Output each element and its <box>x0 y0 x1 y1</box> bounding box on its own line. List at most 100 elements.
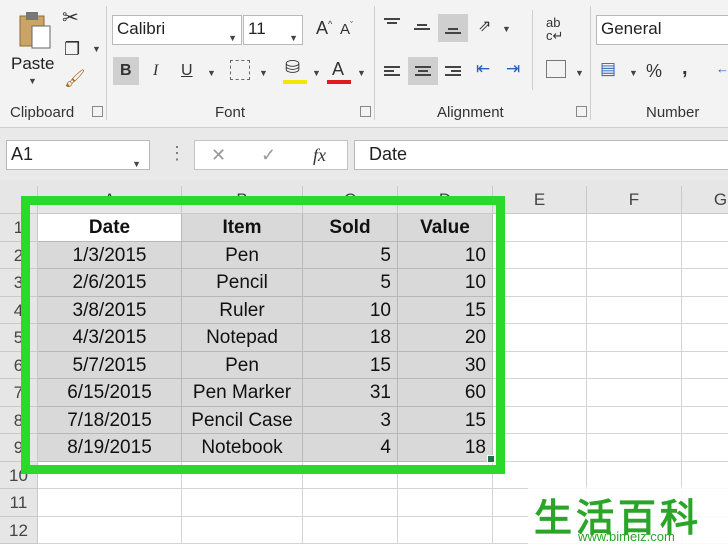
cell[interactable] <box>682 269 728 297</box>
decrease-indent-icon[interactable]: ⇤ <box>476 60 490 77</box>
cell[interactable] <box>493 241 587 269</box>
paste-icon <box>19 12 51 49</box>
font-launcher-icon[interactable] <box>360 106 371 117</box>
increase-decimal-icon[interactable]: ← <box>716 62 728 75</box>
cell[interactable] <box>587 434 682 462</box>
paste-button[interactable]: Paste ▼ <box>8 8 56 88</box>
cell[interactable] <box>587 406 682 434</box>
merge-center-icon[interactable] <box>546 60 566 78</box>
orientation-icon[interactable]: ⇗ <box>478 19 491 35</box>
copy-icon[interactable]: ❐ <box>64 40 80 58</box>
chevron-down-icon[interactable]: ▼ <box>92 44 101 54</box>
cell[interactable] <box>682 407 728 434</box>
alignment-launcher-icon[interactable] <box>576 106 587 117</box>
cell[interactable] <box>303 489 398 517</box>
cell[interactable] <box>587 324 682 352</box>
cell[interactable] <box>493 379 587 407</box>
cell[interactable] <box>587 241 682 269</box>
chevron-down-icon[interactable]: ▼ <box>629 68 638 78</box>
number-format-select[interactable]: General <box>596 15 728 45</box>
chevron-down-icon[interactable]: ▼ <box>502 24 511 34</box>
cell[interactable] <box>182 516 303 544</box>
cell[interactable] <box>493 351 587 379</box>
wrap-text-icon[interactable]: ab c↵ <box>546 16 563 42</box>
font-size-select[interactable]: 11 ▼ <box>243 15 303 45</box>
number-group-label: Number <box>646 104 700 121</box>
top-align-icon[interactable] <box>384 16 400 26</box>
cell[interactable] <box>398 516 493 544</box>
comma-button[interactable]: , <box>682 58 688 78</box>
cell[interactable] <box>398 489 493 517</box>
bold-button[interactable]: B <box>120 63 132 79</box>
enter-icon[interactable]: ✓ <box>261 146 276 164</box>
italic-button[interactable]: I <box>153 63 158 79</box>
chevron-down-icon[interactable]: ▼ <box>357 68 366 78</box>
cell[interactable] <box>682 379 728 407</box>
cell[interactable] <box>587 461 682 489</box>
more-options-icon[interactable]: ⋮ <box>168 144 186 162</box>
cell[interactable] <box>587 296 682 324</box>
cell[interactable] <box>682 214 728 242</box>
formula-input[interactable]: Date <box>354 140 728 170</box>
cut-icon[interactable]: ✂ <box>62 8 79 28</box>
cell[interactable] <box>303 516 398 544</box>
row-header-12[interactable]: 12 <box>0 516 38 544</box>
align-right-icon[interactable] <box>445 64 461 78</box>
font-color-icon[interactable]: A <box>332 60 344 78</box>
cell[interactable] <box>493 296 587 324</box>
chevron-down-icon[interactable]: ▼ <box>207 68 216 78</box>
percent-button[interactable]: % <box>646 62 662 80</box>
paste-label: Paste <box>11 54 55 73</box>
fill-color-icon[interactable]: ⛁ <box>285 58 300 76</box>
cell[interactable] <box>182 489 303 517</box>
format-painter-icon[interactable]: 🖌 <box>64 70 86 87</box>
font-name-select[interactable]: Calibri ▼ <box>112 15 242 45</box>
watermark-url: www.bimeiz.com <box>578 529 675 544</box>
underline-button[interactable]: U <box>181 63 193 79</box>
increase-indent-icon[interactable]: ⇥ <box>506 60 520 77</box>
cell[interactable] <box>587 379 682 407</box>
cell[interactable] <box>38 489 182 517</box>
cell[interactable] <box>682 324 728 352</box>
cell[interactable] <box>493 406 587 434</box>
fill-color-bar <box>283 80 307 84</box>
cell[interactable] <box>493 434 587 462</box>
chevron-down-icon: ▼ <box>289 33 298 43</box>
ribbon: Paste ▼ ✂ ❐ ▼ 🖌 Clipboard Calibri ▼ 11 ▼… <box>0 0 728 128</box>
borders-icon[interactable] <box>230 60 250 80</box>
middle-align-icon[interactable] <box>414 22 430 32</box>
grow-font-icon[interactable]: A^ <box>316 19 332 37</box>
currency-icon[interactable]: ▤ <box>600 60 616 77</box>
cell[interactable] <box>682 434 728 462</box>
align-left-icon[interactable] <box>384 64 400 78</box>
column-header-g[interactable]: G <box>682 186 728 214</box>
cell[interactable] <box>493 269 587 297</box>
cell[interactable] <box>587 269 682 297</box>
cell[interactable] <box>682 462 728 489</box>
chevron-down-icon[interactable]: ▼ <box>312 68 321 78</box>
chevron-down-icon[interactable]: ▼ <box>575 68 584 78</box>
cell[interactable] <box>682 242 728 269</box>
column-header-e[interactable]: E <box>493 186 587 214</box>
chevron-down-icon[interactable]: ▼ <box>259 68 268 78</box>
bottom-align-icon[interactable] <box>445 26 461 36</box>
cell[interactable] <box>682 352 728 379</box>
cell[interactable] <box>587 214 682 242</box>
cell[interactable] <box>493 461 587 489</box>
column-header-f[interactable]: F <box>587 186 682 214</box>
clipboard-group-label: Clipboard <box>10 104 75 121</box>
shrink-font-icon[interactable]: Aˇ <box>340 21 353 38</box>
cell[interactable] <box>587 351 682 379</box>
row-header-11[interactable]: 11 <box>0 489 38 517</box>
cell[interactable] <box>682 297 728 324</box>
insert-function-icon[interactable]: fx <box>313 146 326 164</box>
clipboard-launcher-icon[interactable] <box>92 106 103 117</box>
cell[interactable] <box>38 516 182 544</box>
cell[interactable] <box>493 324 587 352</box>
name-box[interactable]: A1 ▼ <box>6 140 150 170</box>
cancel-icon[interactable]: ✕ <box>211 146 226 164</box>
chevron-down-icon: ▼ <box>28 76 37 86</box>
cell[interactable] <box>493 214 587 242</box>
chevron-down-icon: ▼ <box>132 159 141 169</box>
align-center-icon[interactable] <box>415 64 431 78</box>
